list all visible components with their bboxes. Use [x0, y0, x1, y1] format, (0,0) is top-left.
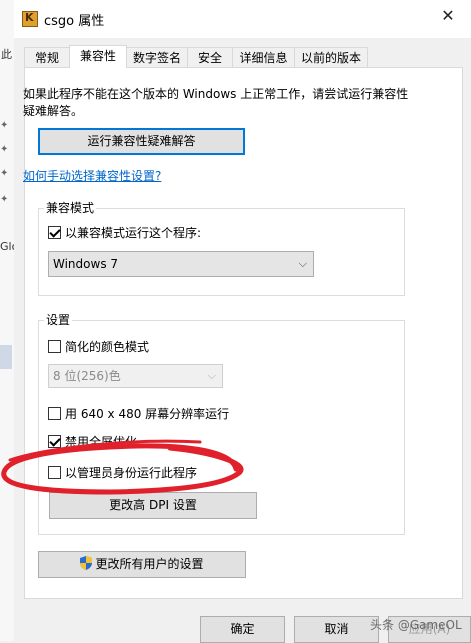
tab-details[interactable]: 详细信息: [232, 47, 295, 67]
disable-fullscreen-label: 禁用全屏优化: [65, 435, 138, 449]
run-troubleshooter-button[interactable]: 运行兼容性疑难解答: [38, 128, 245, 155]
res-640-label: 用 640 x 480 屏幕分辨率运行: [65, 407, 230, 421]
color-depth-select[interactable]: 8 位(256)色 ⌵: [48, 364, 223, 388]
res-640-checkbox[interactable]: [48, 407, 61, 420]
ok-button[interactable]: 确定: [200, 616, 285, 643]
reduced-color-row[interactable]: 简化的颜色模式: [48, 338, 149, 355]
compat-mode-checkbox-label: 以兼容模式运行这个程序:: [65, 226, 202, 240]
run-as-admin-row[interactable]: 以管理员身份运行此程序: [48, 464, 197, 481]
cancel-button[interactable]: 取消: [294, 616, 379, 643]
bg-label: 此: [1, 48, 12, 61]
bg-selected-row: [0, 345, 12, 369]
watermark: 头条 @GameOL: [370, 618, 462, 632]
reduced-color-checkbox[interactable]: [48, 340, 61, 353]
tab-compatibility[interactable]: 兼容性: [69, 45, 127, 68]
background-window-strip: 此 ✦ ✦ ✦ ✦ Glo: [0, 0, 18, 641]
close-button[interactable]: ✕: [425, 0, 471, 32]
os-version-value: Windows 7: [53, 257, 119, 271]
uac-shield-icon: [80, 556, 93, 570]
app-icon: K: [22, 11, 38, 27]
reduced-color-label: 简化的颜色模式: [65, 340, 150, 354]
disable-fullscreen-row[interactable]: 禁用全屏优化: [48, 433, 137, 450]
change-all-users-button[interactable]: 更改所有用户的设置: [38, 551, 246, 578]
change-all-users-label: 更改所有用户的设置: [95, 557, 204, 571]
compat-mode-label: 兼容模式: [44, 199, 97, 216]
pin-icon: ✦: [0, 168, 9, 179]
settings-label: 设置: [44, 311, 73, 328]
disable-fullscreen-checkbox[interactable]: [48, 435, 61, 448]
run-as-admin-label: 以管理员身份运行此程序: [65, 466, 198, 480]
window-title: csgo 属性: [44, 14, 105, 29]
compat-mode-checkbox-row[interactable]: 以兼容模式运行这个程序:: [48, 224, 201, 241]
intro-text: 如果此程序不能在这个版本的 Windows 上正常工作，请尝试运行兼容性疑难解答…: [23, 87, 409, 118]
pin-icon: ✦: [0, 144, 9, 155]
run-as-admin-checkbox[interactable]: [48, 466, 61, 479]
compat-mode-checkbox[interactable]: [48, 226, 61, 239]
tab-security[interactable]: 安全: [187, 47, 233, 67]
change-dpi-button[interactable]: 更改高 DPI 设置: [49, 492, 257, 519]
tab-previous-versions[interactable]: 以前的版本: [294, 47, 368, 67]
chevron-down-icon: ⌵: [298, 257, 307, 270]
title-bar: K csgo 属性 ✕: [14, 0, 471, 38]
tab-general[interactable]: 常规: [24, 47, 70, 67]
res-640-row[interactable]: 用 640 x 480 屏幕分辨率运行: [48, 405, 229, 422]
pin-icon: ✦: [0, 194, 9, 205]
color-depth-value: 8 位(256)色: [53, 369, 121, 383]
os-version-select[interactable]: Windows 7 ⌵: [48, 251, 314, 277]
manual-settings-link[interactable]: 如何手动选择兼容性设置?: [23, 167, 161, 184]
pin-icon: ✦: [0, 120, 9, 131]
chevron-down-icon: ⌵: [207, 369, 216, 382]
tab-digital-signature[interactable]: 数字签名: [126, 47, 188, 67]
